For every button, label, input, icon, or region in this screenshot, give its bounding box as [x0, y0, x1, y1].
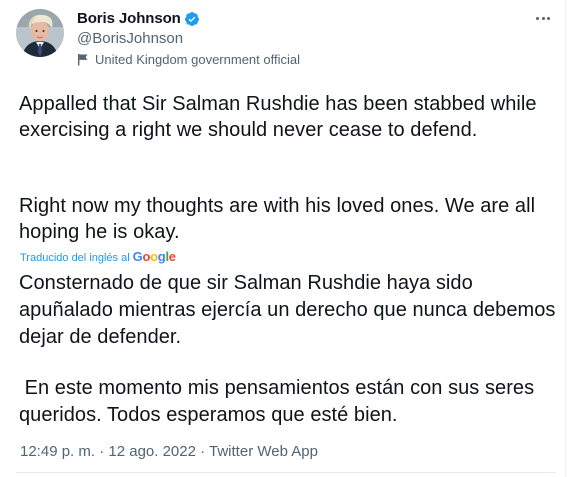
author-display-name[interactable]: Boris Johnson: [77, 10, 181, 27]
translation-paragraph-1: Consternado de que sir Salman Rushdie ha…: [19, 272, 562, 348]
divider: [16, 472, 556, 473]
author-handle[interactable]: @BorisJohnson: [77, 30, 183, 47]
tweet-timestamp-source[interactable]: 12:49 p. m. · 12 ago. 2022 · Twitter Web…: [20, 443, 318, 460]
google-logo: Google: [132, 249, 176, 264]
author-name-row[interactable]: Boris Johnson: [77, 10, 200, 27]
translated-by-label[interactable]: Traducido del inglés al Google: [20, 249, 176, 264]
translation-paragraph-2: En este momento mis pensamientos están c…: [19, 377, 540, 426]
tweet-text-paragraph-1: Appalled that Sir Salman Rushdie has bee…: [19, 93, 543, 141]
translated-by-text[interactable]: Traducido del inglés al: [20, 252, 130, 264]
more-options-icon[interactable]: [536, 10, 550, 26]
tweet-card: Boris Johnson @BorisJohnson United Kingd…: [0, 0, 570, 477]
right-border: [565, 0, 566, 477]
tweet-text-paragraph-2: Right now my thoughts are with his loved…: [19, 195, 541, 243]
avatar[interactable]: [16, 9, 64, 57]
government-label: United Kingdom government official: [77, 52, 300, 67]
verified-badge-icon: [184, 11, 200, 27]
government-label-text: United Kingdom government official: [95, 52, 300, 67]
flag-icon: [77, 53, 90, 66]
